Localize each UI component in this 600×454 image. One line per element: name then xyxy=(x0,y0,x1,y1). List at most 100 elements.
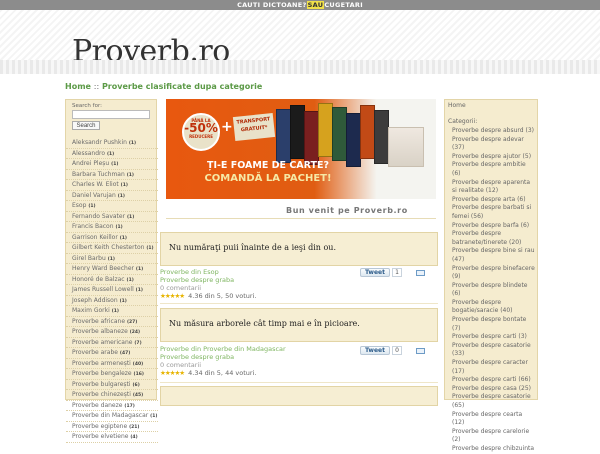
author-count: (1) xyxy=(111,309,119,314)
takeout-box-image xyxy=(388,127,424,167)
author-item[interactable]: Proverbe din Madagascar (1) xyxy=(66,411,158,422)
author-name: James Russell Lowell xyxy=(72,286,134,293)
left-sidebar: Search for: Search Aleksandr Pushkin (1)… xyxy=(65,99,158,443)
proverb-category-link[interactable]: Proverbe din Esop xyxy=(160,268,234,276)
email-icon[interactable] xyxy=(416,348,425,354)
category-item[interactable]: Proverbe despre bogatie/saracie (40) xyxy=(448,299,536,316)
author-item[interactable]: Honoré de Balzac (1) xyxy=(66,275,158,285)
tweet-button[interactable]: Tweet xyxy=(360,268,390,277)
category-item[interactable]: Proverbe despre aparenta si realitate (1… xyxy=(448,179,536,196)
category-list: Proverbe despre absurd (3) Proverbe desp… xyxy=(448,127,536,454)
author-item[interactable]: Aleksandr Pushkin (1) xyxy=(66,138,158,149)
author-name: Joseph Addison xyxy=(72,296,118,304)
author-item[interactable]: Girel Barbu (1) xyxy=(66,254,158,264)
author-name: Garrison Keillor xyxy=(72,233,118,241)
breadcrumb-current[interactable]: Proverbe clasificate dupa categorie xyxy=(102,82,262,91)
author-item[interactable]: Charles W. Eliot (1) xyxy=(66,180,158,191)
category-item[interactable]: Proverbe despre chibzuinta xyxy=(448,445,536,454)
category-item[interactable]: Proverbe despre casatorie (33) xyxy=(448,342,536,359)
author-item[interactable]: Proverbe americane (7) xyxy=(66,338,158,348)
author-item[interactable]: Barbara Tuchman (1) xyxy=(66,170,158,180)
author-item[interactable]: Alessandro (1) xyxy=(66,149,158,159)
category-item[interactable]: Proverbe despre ajutor (5) xyxy=(448,153,536,162)
topbar-separator: SAU xyxy=(306,1,325,9)
category-item[interactable]: Proverbe despre adevar (37) xyxy=(448,136,536,153)
author-item[interactable]: Gilbert Keith Chesterton (1) xyxy=(66,243,158,254)
rating-stars[interactable]: ★★★★★ xyxy=(160,369,185,377)
author-count: (1) xyxy=(119,298,127,304)
author-item[interactable]: Francis Bacon (1) xyxy=(66,222,158,233)
author-item[interactable]: Esop (1) xyxy=(66,201,158,212)
author-item[interactable]: Maxim Gorki (1) xyxy=(66,306,158,317)
category-item[interactable]: Proverbe despre barfa (6) xyxy=(448,222,536,231)
category-item[interactable]: Proverbe despre blindete (6) xyxy=(448,282,536,299)
breadcrumb-home[interactable]: Home xyxy=(65,82,91,91)
author-item[interactable]: Henry Ward Beecher (1) xyxy=(66,264,158,275)
author-item[interactable]: Fernando Savater (1) xyxy=(66,212,158,222)
proverb-category-link[interactable]: Proverbe din Proverbe din Madagascar xyxy=(160,345,286,353)
email-icon[interactable] xyxy=(416,270,425,276)
tweet-button[interactable]: Tweet xyxy=(360,346,390,355)
author-item[interactable]: Garrison Keillor (1) xyxy=(66,233,158,243)
top-links-bar: CAUTI DICTOANE?SAUCUGETARI xyxy=(0,0,600,10)
category-item[interactable]: Proverbe despre batranete/tinerete (20) xyxy=(448,230,536,247)
header-band xyxy=(0,60,600,74)
author-item[interactable]: Proverbe egiptene (21) xyxy=(66,422,158,432)
author-item[interactable]: Proverbe chinezești (45) xyxy=(66,390,158,401)
search-button[interactable]: Search xyxy=(72,121,100,130)
author-name: Proverbe din Madagascar xyxy=(72,412,149,419)
category-item[interactable]: Proverbe despre ambitie (6) xyxy=(448,161,536,178)
author-count: (24) xyxy=(129,330,141,335)
book-cover xyxy=(374,110,389,164)
proverb-category-link[interactable]: Proverbe despre graba xyxy=(160,353,286,361)
author-item[interactable]: Daniel Varujan (1) xyxy=(66,191,158,201)
proverb-text[interactable]: Nu număraţi puii înainte de a ieşi din o… xyxy=(169,243,336,252)
search-label: Search for: xyxy=(72,103,102,109)
category-item[interactable]: Proverbe despre barbati si femei (56) xyxy=(448,204,536,221)
category-item[interactable]: Proverbe despre carti (3) xyxy=(448,333,536,342)
category-item[interactable]: Proverbe despre casa (25) xyxy=(448,385,536,394)
author-item[interactable]: Proverbe elvetiene (4) xyxy=(66,432,158,443)
tweet-count: 1 xyxy=(392,268,402,277)
author-item[interactable]: Proverbe africane (27) xyxy=(66,317,158,327)
author-count: (27) xyxy=(126,319,138,325)
author-count: (1) xyxy=(146,246,154,251)
author-count: (1) xyxy=(117,193,125,199)
category-item[interactable]: Proverbe despre binefacere (9) xyxy=(448,265,536,282)
search-input[interactable] xyxy=(72,110,150,119)
breadcrumb: Home :: Proverbe clasificate dupa catego… xyxy=(65,82,262,91)
dictoane-link[interactable]: CAUTI DICTOANE? xyxy=(237,1,307,9)
category-item[interactable]: Proverbe despre carelorie (2) xyxy=(448,428,536,445)
comments-link[interactable]: 0 comentarii xyxy=(160,361,286,369)
author-item[interactable]: James Russell Lowell (1) xyxy=(66,285,158,296)
author-list: Aleksandr Pushkin (1) Alessandro (1) And… xyxy=(66,138,158,443)
author-name: Girel Barbu xyxy=(72,254,106,262)
author-item[interactable]: Andrei Pleșu (1) xyxy=(66,159,158,170)
author-item[interactable]: Proverbe daneze (17) xyxy=(66,401,158,411)
sidebar-home-link[interactable]: Home xyxy=(448,102,466,111)
author-item[interactable]: Proverbe bengaleze (16) xyxy=(66,369,158,380)
category-item[interactable]: Proverbe despre caracter (17) xyxy=(448,359,536,376)
rating-stars[interactable]: ★★★★★ xyxy=(160,292,185,300)
category-item[interactable]: Proverbe despre carti (66) xyxy=(448,376,536,385)
author-item[interactable]: Proverbe albaneze (24) xyxy=(66,327,158,338)
author-item[interactable]: Proverbe armenești (40) xyxy=(66,359,158,369)
proverb-category-link[interactable]: Proverbe despre graba xyxy=(160,276,234,284)
author-item[interactable]: Joseph Addison (1) xyxy=(66,296,158,306)
author-count: (7) xyxy=(134,340,142,346)
author-item[interactable]: Proverbe bulgarești (6) xyxy=(66,380,158,390)
banner-tagline-2: COMANDĂ LA PACHET! xyxy=(204,173,332,184)
proverb-text[interactable]: Nu măsura arborele cât timp mai e în pic… xyxy=(169,319,360,328)
category-item[interactable]: Proverbe despre bontate (7) xyxy=(448,316,536,333)
promo-banner[interactable]: PÂNĂ LA -50% REDUCERE + TRANSPORT GRATUI… xyxy=(166,99,436,199)
author-item[interactable]: Proverbe arabe (47) xyxy=(66,348,158,359)
comments-link[interactable]: 0 comentarii xyxy=(160,284,234,292)
discount-badge-bottom: REDUCERE xyxy=(189,134,213,139)
category-item[interactable]: Proverbe despre cearta (12) xyxy=(448,411,536,428)
category-item[interactable]: Proverbe despre arta (6) xyxy=(448,196,536,205)
cugetari-link[interactable]: CUGETARI xyxy=(324,1,363,9)
author-name: Honoré de Balzac xyxy=(72,275,125,283)
category-item[interactable]: Proverbe despre absurd (3) xyxy=(448,127,536,136)
category-item[interactable]: Proverbe despre bine si rau (47) xyxy=(448,247,536,264)
category-item[interactable]: Proverbe despre casatorie (65) xyxy=(448,393,536,410)
